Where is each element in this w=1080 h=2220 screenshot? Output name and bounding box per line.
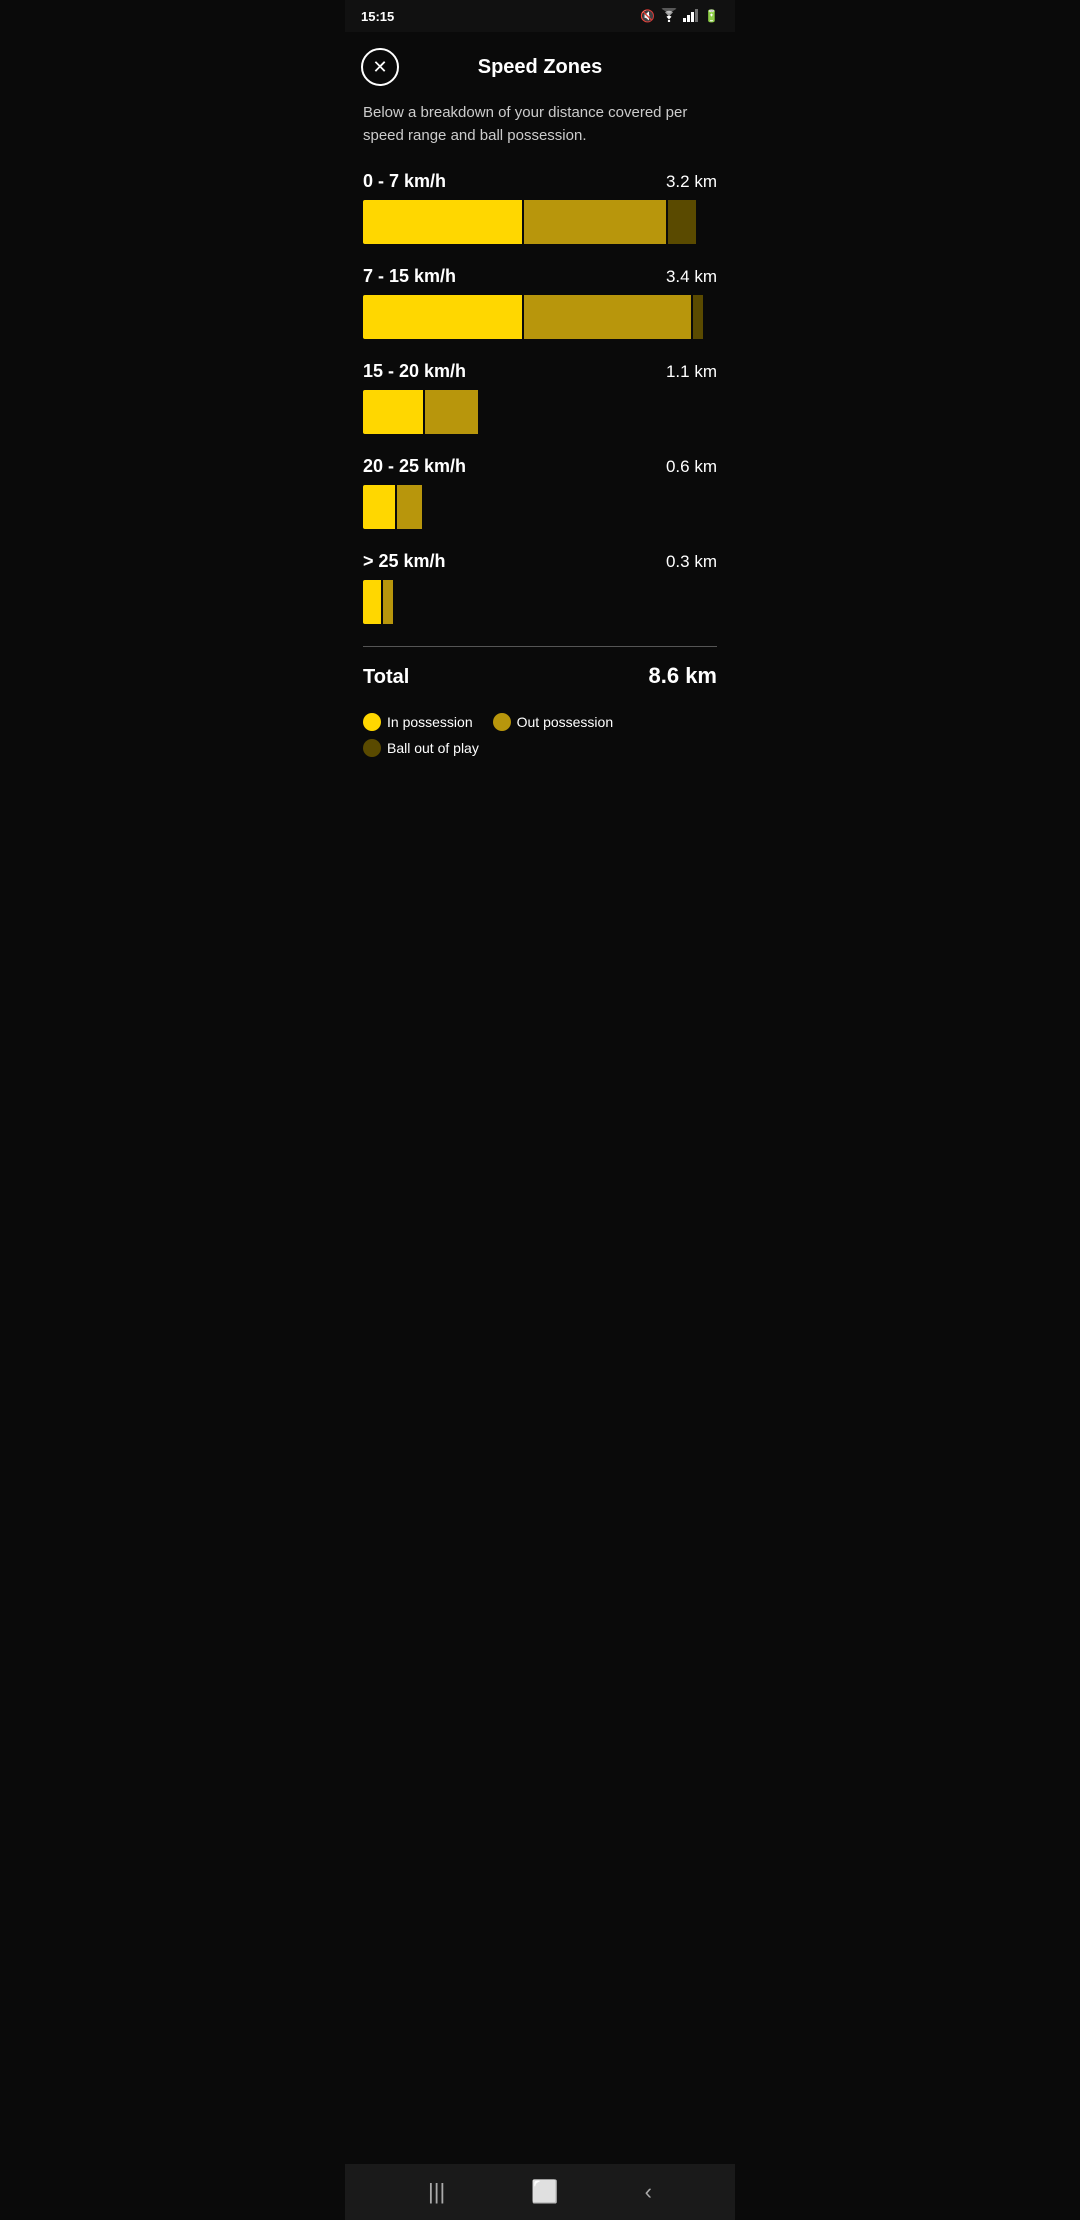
nav-back-icon[interactable]: ‹ xyxy=(645,2179,652,2205)
legend-dot-in_possession xyxy=(363,713,381,731)
legend-item-out_possession: Out possession xyxy=(493,713,614,731)
legend-item-ball_out: Ball out of play xyxy=(363,739,479,757)
speed-zone-0: 0 - 7 km/h 3.2 km xyxy=(363,171,717,244)
legend-dot-ball_out xyxy=(363,739,381,757)
content: Below a breakdown of your distance cover… xyxy=(345,94,735,2164)
wifi-icon xyxy=(660,8,678,25)
bar-out_possession xyxy=(524,200,666,244)
zone-value-0: 3.2 km xyxy=(666,172,717,192)
bar-in_possession xyxy=(363,200,522,244)
nav-home-icon[interactable]: ⬜ xyxy=(531,2179,558,2205)
speed-zone-3: 20 - 25 km/h 0.6 km xyxy=(363,456,717,529)
close-icon: ✕ xyxy=(372,57,387,78)
bar-out_possession xyxy=(425,390,478,434)
bar-in_possession xyxy=(363,295,522,339)
zone-bar-3 xyxy=(363,485,717,529)
zone-label-1: 7 - 15 km/h xyxy=(363,266,456,287)
bar-ball_out xyxy=(668,200,696,244)
bar-in_possession xyxy=(363,580,381,624)
speed-zone-4: > 25 km/h 0.3 km xyxy=(363,551,717,624)
legend-text-ball_out: Ball out of play xyxy=(387,740,479,756)
legend-item-in_possession: In possession xyxy=(363,713,473,731)
nav-bar: ||| ⬜ ‹ xyxy=(345,2164,735,2220)
bar-out_possession xyxy=(397,485,422,529)
bar-ball_out xyxy=(693,295,704,339)
zone-bar-1 xyxy=(363,295,717,339)
total-value: 8.6 km xyxy=(649,663,718,689)
zone-label-3: 20 - 25 km/h xyxy=(363,456,466,477)
zone-label-2: 15 - 20 km/h xyxy=(363,361,466,382)
legend-text-in_possession: In possession xyxy=(387,714,473,730)
divider xyxy=(363,646,717,647)
status-icons: 🔇 🔋 xyxy=(640,8,719,25)
status-time: 15:15 xyxy=(361,9,394,24)
zone-value-2: 1.1 km xyxy=(666,362,717,382)
speed-zones-list: 0 - 7 km/h 3.2 km 7 - 15 km/h 3.4 km 15 - 20… xyxy=(363,171,717,624)
legend-text-out_possession: Out possession xyxy=(517,714,614,730)
legend: In possession Out possession Ball out of p… xyxy=(363,709,717,761)
total-row: Total 8.6 km xyxy=(363,663,717,689)
zone-bar-2 xyxy=(363,390,717,434)
zone-value-3: 0.6 km xyxy=(666,457,717,477)
subtitle-text: Below a breakdown of your distance cover… xyxy=(363,102,717,147)
page-title: Speed Zones xyxy=(399,56,681,79)
zone-value-4: 0.3 km xyxy=(666,552,717,572)
header: ✕ Speed Zones xyxy=(345,32,735,94)
close-button[interactable]: ✕ xyxy=(361,48,399,86)
battery-icon: 🔋 xyxy=(704,9,719,23)
bar-out_possession xyxy=(383,580,394,624)
zone-label-4: > 25 km/h xyxy=(363,551,446,572)
zone-label-0: 0 - 7 km/h xyxy=(363,171,446,192)
total-label: Total xyxy=(363,666,409,689)
speed-zone-1: 7 - 15 km/h 3.4 km xyxy=(363,266,717,339)
speed-zone-2: 15 - 20 km/h 1.1 km xyxy=(363,361,717,434)
mute-icon: 🔇 xyxy=(640,9,655,23)
bar-in_possession xyxy=(363,485,395,529)
legend-dot-out_possession xyxy=(493,713,511,731)
bar-out_possession xyxy=(524,295,690,339)
bar-in_possession xyxy=(363,390,423,434)
nav-recent-icon[interactable]: ||| xyxy=(428,2179,445,2205)
zone-bar-4 xyxy=(363,580,717,624)
status-bar: 15:15 🔇 🔋 xyxy=(345,0,735,32)
zone-value-1: 3.4 km xyxy=(666,267,717,287)
zone-bar-0 xyxy=(363,200,717,244)
signal-icon xyxy=(683,8,699,25)
